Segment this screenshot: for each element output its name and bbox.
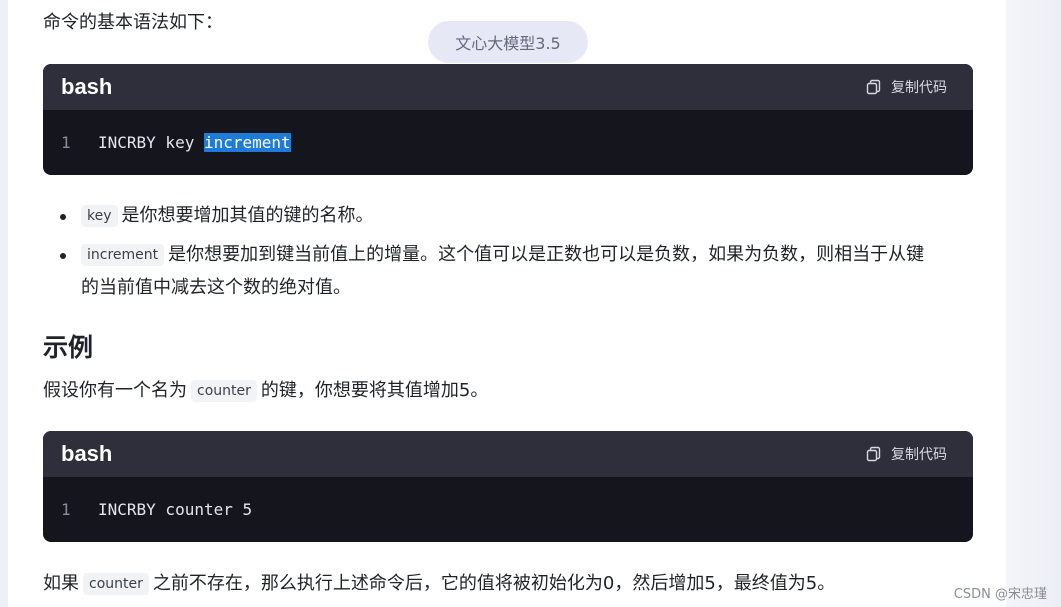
inline-code: counter bbox=[191, 380, 257, 402]
code-header: bash 复制代码 bbox=[43, 431, 973, 477]
code-block-example: bash 复制代码 1 INCRBY counter 5 bbox=[43, 431, 973, 542]
line-number: 1 bbox=[61, 500, 71, 519]
text-segment: 如果 bbox=[43, 573, 79, 594]
example-text: 假设你有一个名为 counter 的键，你想要将其值增加5。 bbox=[43, 379, 488, 403]
text-segment: 之前不存在，那么执行上述命令后，它的值将被初始化为0，然后增加5，最终值为5。 bbox=[152, 573, 836, 594]
code-language-label: bash bbox=[61, 441, 113, 466]
code-header: bash 复制代码 bbox=[43, 64, 973, 110]
watermark: CSDN @宋忠瑾 bbox=[953, 587, 1047, 602]
copy-icon bbox=[866, 79, 881, 95]
bullet-dot bbox=[60, 214, 66, 220]
selected-code-text[interactable]: increment bbox=[203, 133, 291, 152]
text-segment: 假设你有一个名为 bbox=[43, 380, 187, 401]
text-segment: 的键，你想要将其值增加5。 bbox=[260, 380, 489, 401]
inline-code: increment bbox=[81, 244, 165, 266]
copy-code-label: 复制代码 bbox=[891, 447, 947, 463]
list-item-continuation: 的当前值中减去这个数的绝对值。 bbox=[81, 277, 351, 298]
copy-code-label: 复制代码 bbox=[891, 80, 947, 96]
right-gutter bbox=[1006, 0, 1061, 607]
code-block-syntax: bash 复制代码 1 INCRBY key increment bbox=[43, 64, 973, 175]
code-body[interactable]: 1 INCRBY counter 5 bbox=[43, 477, 973, 542]
list-item-text: 是你想要增加其值的键的名称。 bbox=[121, 205, 374, 226]
code-body[interactable]: 1 INCRBY key increment bbox=[43, 110, 973, 175]
inline-code: counter bbox=[83, 573, 149, 595]
intro-text: 命令的基本语法如下： bbox=[43, 12, 223, 33]
model-badge[interactable]: 文心大模型3.5 bbox=[428, 21, 588, 63]
final-text: 如果 counter 之前不存在，那么执行上述命令后，它的值将被初始化为0，然后增加… bbox=[43, 572, 835, 596]
list-item: key 是你想要增加其值的键的名称。 bbox=[81, 204, 374, 228]
copy-icon bbox=[866, 446, 881, 462]
inline-code: key bbox=[81, 205, 118, 227]
copy-code-button[interactable]: 复制代码 bbox=[866, 77, 947, 97]
code-text: INCRBY counter 5 bbox=[98, 500, 253, 519]
section-heading: 示例 bbox=[43, 334, 94, 362]
bullet-dot bbox=[60, 253, 66, 259]
list-item-text: 是你想要加到键当前值上的增量。这个值可以是正数也可以是负数，如果为负数，则相当于… bbox=[168, 244, 925, 265]
code-text: INCRBY key bbox=[98, 133, 204, 152]
copy-code-button[interactable]: 复制代码 bbox=[866, 444, 947, 464]
line-number: 1 bbox=[61, 133, 71, 152]
list-item: increment 是你想要加到键当前值上的增量。这个值可以是正数也可以是负数，如… bbox=[81, 243, 924, 267]
code-language-label: bash bbox=[61, 74, 113, 99]
